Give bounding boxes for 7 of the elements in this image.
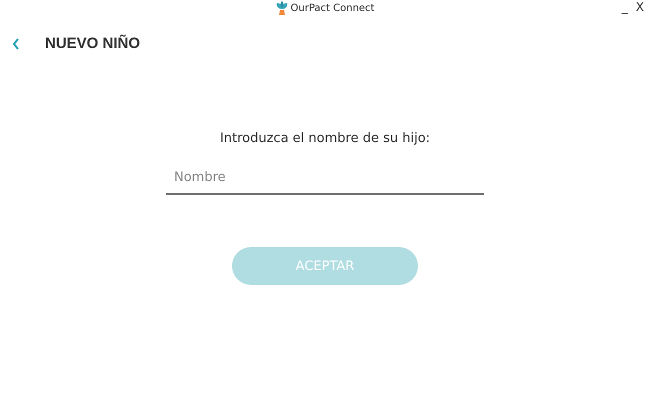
sprout-logo-icon (276, 1, 288, 15)
window-title: OurPact Connect (290, 2, 374, 14)
page-title: NUEVO NIÑO (45, 35, 140, 52)
window-control-button[interactable]: _ (620, 0, 630, 14)
name-prompt: Introduzca el nombre de su hijo: (220, 131, 430, 146)
window-control-button[interactable]: X (634, 0, 646, 14)
back-icon[interactable] (12, 38, 20, 50)
